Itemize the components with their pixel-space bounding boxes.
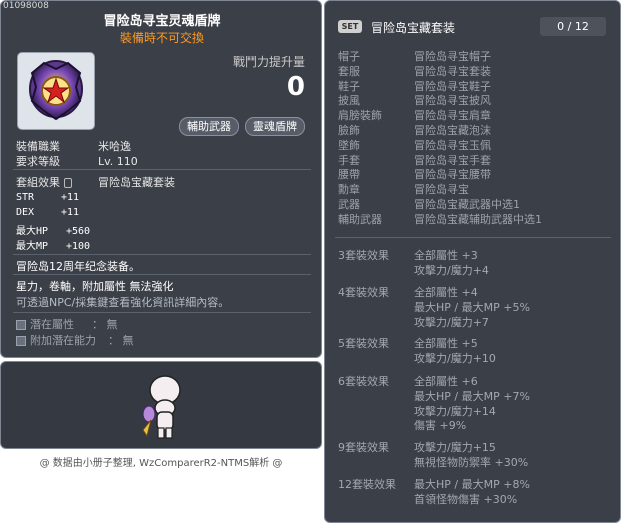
- set-item-row: 勳章 冒险岛寻宝: [338, 181, 469, 197]
- set-effect-line: 全部屬性 +6: [414, 375, 478, 388]
- set-item-slot: 套服: [338, 64, 360, 78]
- set-item-name: 冒险岛寻宝: [414, 183, 469, 197]
- potential-row: 潛在屬性： 無: [16, 316, 118, 332]
- set-effect-line: 最大HP / 最大MP +5%: [414, 300, 530, 314]
- set-effect-line: 無視怪物防禦率 +30%: [414, 455, 529, 469]
- combat-power-value: 0: [286, 72, 305, 102]
- combat-power-label: 戰鬥力提升量: [232, 55, 305, 69]
- set-effect-label: 套組效果: [16, 174, 98, 190]
- soul-shield-icon: [29, 60, 83, 121]
- item-description: 冒险岛12周年纪念装备。: [16, 260, 140, 273]
- potential-icon: [16, 320, 26, 330]
- set-effect-line: 最大HP / 最大MP +8%: [414, 478, 530, 491]
- set-info-panel: SET 冒险岛宝藏套装 0 / 12 帽子 冒险岛寻宝帽子 套服 冒险岛寻宝套装 鞋子冒…: [324, 0, 621, 523]
- item-icon-frame: [17, 52, 95, 130]
- set-effect-line: 全部屬性 +5: [414, 337, 478, 350]
- set-item-row: 鞋子 冒险岛寻宝鞋子: [338, 78, 491, 94]
- set-item-row: 武器 冒险岛宝藏武器中选1: [338, 196, 520, 212]
- character-avatar-icon: [142, 375, 181, 439]
- set-item-row: 手套 冒险岛寻宝手套: [338, 152, 491, 168]
- additional-potential-row: 附加潛在能力： 無: [16, 332, 134, 348]
- set-item-row: 肩膀裝飾 冒险岛寻宝肩章: [338, 107, 491, 123]
- set-effect-line: 攻擊力/魔力+7: [414, 315, 489, 329]
- divider: [13, 312, 311, 313]
- enhance-hint: 可透過NPC/採集鍵查看強化資訊詳細內容。: [16, 296, 230, 309]
- set-item-row: 套服 冒险岛寻宝套装: [338, 63, 491, 79]
- set-effect-line: 攻擊力/魔力+14: [414, 404, 496, 418]
- set-effect-line: 傷害 +9%: [414, 419, 467, 433]
- set-effect-tier-label: 3套裝效果: [338, 249, 389, 262]
- set-effect-line: 攻擊力/魔力+4: [414, 263, 489, 277]
- set-item-name: 冒险岛寻宝帽子: [414, 50, 491, 63]
- stat-row: STR +11: [16, 192, 80, 203]
- set-effect-tier-label: 5套裝效果: [338, 337, 389, 350]
- set-item-slot: 腰帶: [338, 168, 360, 182]
- set-effect-tier-label: 9套裝效果: [338, 441, 389, 454]
- credit-text: @ 数据由小册子整理, WzComparerR2-NTMS解析 @: [39, 458, 283, 469]
- set-item-row: 輔助武器 冒险岛宝藏辅助武器中选1: [338, 211, 542, 227]
- item-tooltip-panel: 01098008 冒险岛寻宝灵魂盾牌 裝備時不可交換 戰鬥力提升量 0 輔助武器…: [0, 0, 322, 358]
- level-value: Lv. 110: [98, 155, 138, 168]
- set-name: 冒险岛宝藏套装: [371, 21, 456, 35]
- set-item-row: 腰帶 冒险岛寻宝腰带: [338, 166, 491, 182]
- enhance-restriction: 星力，卷軸，附加屬性 無法強化: [16, 280, 174, 293]
- divider: [335, 237, 611, 238]
- divider: [13, 274, 311, 275]
- job-value: 米哈逸: [98, 140, 131, 153]
- level-label: 要求等級: [16, 155, 60, 168]
- set-item-row: 披風 冒险岛寻宝披风: [338, 92, 491, 108]
- lock-icon: [63, 178, 72, 188]
- set-item-row: 墜飾 冒险岛寻宝玉佩: [338, 137, 491, 153]
- set-effect-tier-label: 6套裝效果: [338, 375, 389, 388]
- set-effect-tier-label: 4套裝效果: [338, 286, 389, 299]
- set-item-slot: 武器: [338, 198, 360, 211]
- set-item-name: 冒险岛宝藏泡沫: [414, 124, 491, 137]
- stat-row: DEX +11: [16, 207, 80, 218]
- stat-row: 最大MP +100: [16, 241, 91, 252]
- set-effect-tier-label: 12套裝效果: [338, 478, 396, 491]
- set-effect-row[interactable]: 套組效果 冒险岛宝藏套装: [16, 174, 175, 190]
- additional-potential-icon: [16, 336, 26, 346]
- set-item-name: 冒险岛寻宝手套: [414, 153, 491, 167]
- set-item-name: 冒险岛寻宝肩章: [414, 109, 491, 123]
- set-item-name: 冒险岛寻宝鞋子: [414, 79, 491, 93]
- set-item-name: 冒险岛寻宝腰带: [414, 168, 491, 182]
- tag-soul-shield: 靈魂盾牌: [245, 117, 305, 136]
- set-item-name: 冒险岛寻宝披风: [414, 94, 491, 108]
- set-item-name: 冒险岛寻宝玉佩: [414, 138, 491, 152]
- set-effect-line: 全部屬性 +4: [414, 286, 478, 299]
- set-effect-line: 首領怪物傷害 +30%: [414, 492, 518, 506]
- set-item-slot: 肩膀裝飾: [338, 109, 382, 123]
- set-effect-line: 全部屬性 +3: [414, 249, 478, 262]
- set-item-slot: 鞋子: [338, 79, 360, 93]
- set-effect-value: 冒险岛宝藏套装: [98, 176, 175, 189]
- item-name: 冒险岛寻宝灵魂盾牌: [103, 14, 221, 29]
- set-badge: SET: [338, 20, 362, 33]
- set-item-row: 臉飾 冒险岛宝藏泡沫: [338, 122, 491, 138]
- tag-secondary-weapon: 輔助武器: [179, 117, 239, 136]
- set-item-slot: 勳章: [338, 183, 360, 197]
- trade-restriction: 裝備時不可交換: [119, 31, 204, 45]
- divider: [13, 254, 311, 255]
- set-effect-line: 攻擊力/魔力+10: [414, 351, 496, 365]
- set-effect-line: 最大HP / 最大MP +7%: [414, 389, 530, 403]
- stat-row: 最大HP +560: [16, 226, 91, 237]
- job-label: 裝備職業: [16, 140, 60, 153]
- set-count: 0 / 12: [540, 17, 606, 36]
- set-item-name: 冒险岛宝藏武器中选1: [414, 198, 520, 211]
- set-item-slot: 帽子: [338, 50, 360, 63]
- set-effect-line: 攻擊力/魔力+15: [414, 441, 496, 454]
- avatar-preview-panel: [0, 361, 322, 449]
- set-item-slot: 輔助武器: [338, 212, 382, 226]
- set-item-slot: 手套: [338, 153, 360, 167]
- divider: [13, 169, 311, 170]
- set-item-slot: 臉飾: [338, 124, 360, 137]
- set-item-name: 冒险岛宝藏辅助武器中选1: [414, 212, 542, 226]
- set-item-slot: 披風: [338, 94, 360, 108]
- set-item-row: 帽子 冒险岛寻宝帽子: [338, 48, 491, 64]
- job-row: 裝備職業 米哈逸: [16, 138, 131, 154]
- set-item-name: 冒险岛寻宝套装: [414, 64, 491, 78]
- set-item-slot: 墜飾: [338, 138, 360, 152]
- level-row: 要求等級 Lv. 110: [16, 153, 138, 169]
